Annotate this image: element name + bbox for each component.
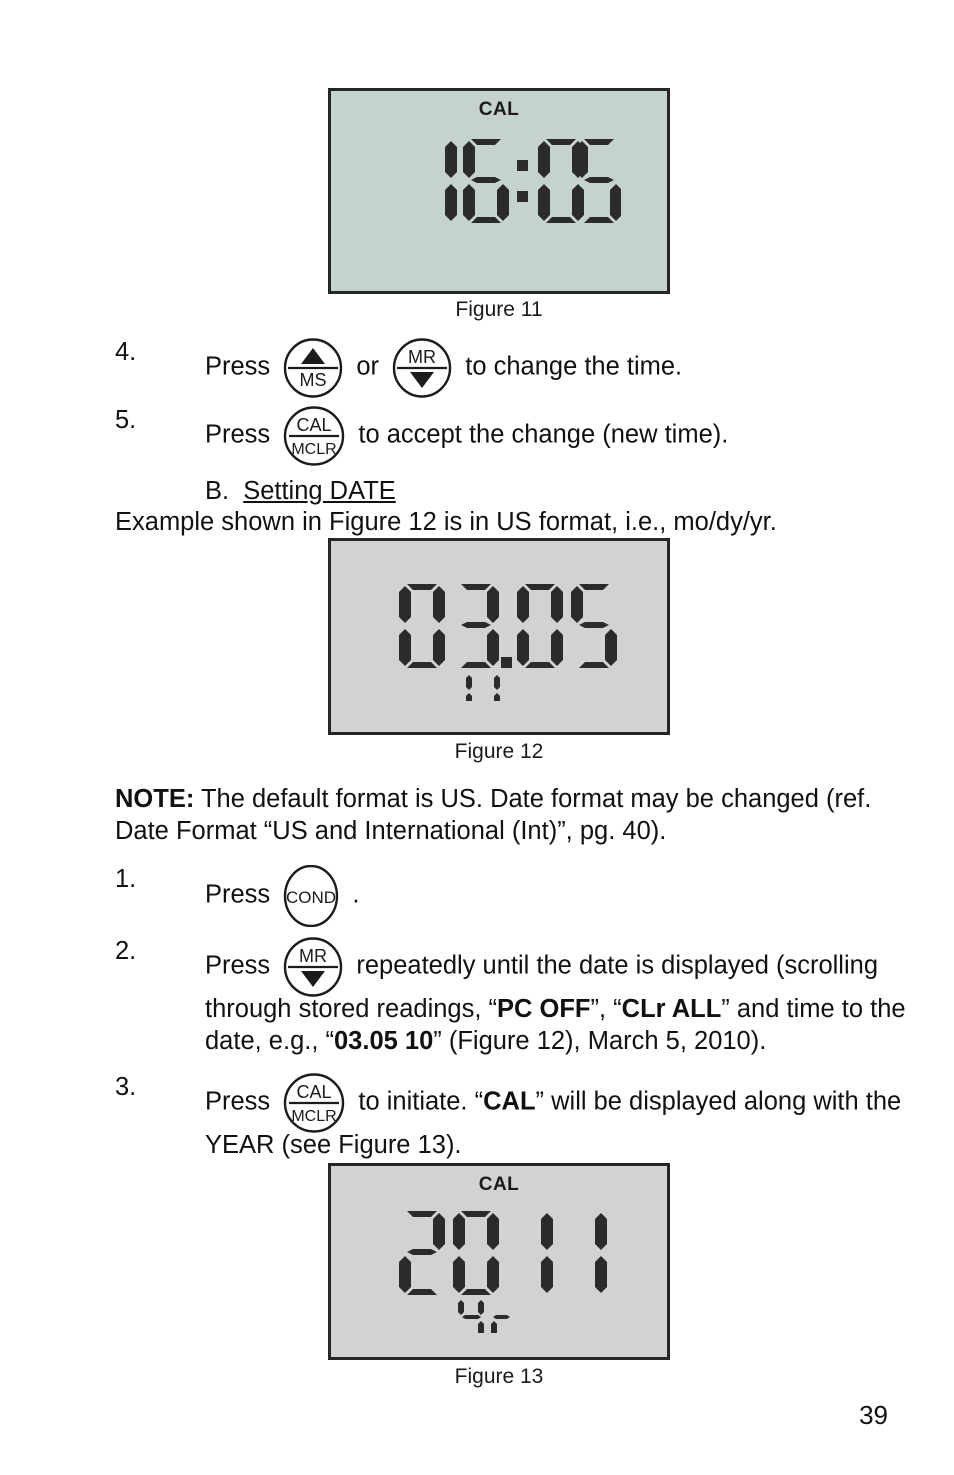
svg-text:CAL: CAL xyxy=(297,415,332,435)
step-2-line3-c: ” (Figure 12), March 5, 2010). xyxy=(433,1027,767,1055)
svg-text:MCLR: MCLR xyxy=(292,1108,337,1125)
step-1-number: 1. xyxy=(115,865,137,893)
step-3-cal-word: CAL xyxy=(483,1087,536,1116)
step-3-press-label: Press xyxy=(205,1087,271,1116)
step-2-line2-a: through stored readings, “ xyxy=(205,995,498,1023)
svg-text:CAL: CAL xyxy=(297,1082,332,1102)
step-2-line-2: through stored readings, “PC OFF”, “CLr … xyxy=(205,993,906,1026)
step-5-tail-text: to accept the change (new time). xyxy=(358,420,729,449)
section-b-heading: B. Setting DATE xyxy=(205,475,396,508)
figure-12-caption: Figure 12 xyxy=(454,740,544,763)
key-cal-mclr-button-step3[interactable]: CAL MCLR xyxy=(283,1073,345,1133)
figure-11-caption: Figure 11 xyxy=(455,298,543,321)
step-2-text: Press MR repeatedly until the date is di… xyxy=(205,937,878,997)
document-page: CAL Figure 11 4. Press MS or MR to chang… xyxy=(0,0,954,1475)
step-4-tail-text: to change the time. xyxy=(465,352,683,381)
key-mr-button-step2[interactable]: MR xyxy=(283,937,343,997)
step-5-number: 5. xyxy=(115,406,137,434)
lcd-digits-figure-11 xyxy=(421,136,622,231)
step-2-pc-off: PC OFF xyxy=(497,995,591,1023)
step-1-text: Press COND . xyxy=(205,865,359,927)
step-3-line-2: YEAR (see Figure 13). xyxy=(205,1131,462,1159)
step-2-line2-c: ”, “ xyxy=(590,995,622,1023)
note-label: NOTE: xyxy=(115,785,195,813)
step-2-clr-all: CLr ALL xyxy=(621,995,722,1023)
key-ms-button[interactable]: MS xyxy=(283,338,343,398)
step-1-tail-text: . xyxy=(352,880,360,909)
lcd-cal-indicator-figure-13: CAL xyxy=(478,1174,520,1195)
lcd-display-figure-11: CAL xyxy=(328,88,670,294)
step-4-or-label: or xyxy=(356,352,380,381)
step-2-number: 2. xyxy=(115,937,137,965)
lcd-display-figure-12 xyxy=(328,538,670,735)
step-2-line2-e: ” and time to the xyxy=(721,995,906,1023)
key-cond-button[interactable]: COND xyxy=(280,865,342,927)
step-2-tail-text: repeatedly until the date is displayed (… xyxy=(356,951,879,980)
step-4-text: Press MS or MR to change the time. xyxy=(205,338,682,398)
step-4-number: 4. xyxy=(115,338,137,366)
step-3-text: Press CAL MCLR to initiate. “CAL” will b… xyxy=(205,1073,901,1133)
step-5-press-label: Press xyxy=(205,420,271,449)
step-1-press-label: Press xyxy=(205,880,271,909)
svg-text:MR: MR xyxy=(408,347,436,367)
lcd-digits-figure-12 xyxy=(391,581,621,708)
step-4-press-label: Press xyxy=(205,352,271,381)
step-2-press-label: Press xyxy=(205,951,271,980)
lcd-cal-indicator: CAL xyxy=(478,99,520,120)
step-3-number: 3. xyxy=(115,1073,137,1101)
section-b-title: Setting DATE xyxy=(243,477,396,505)
note-block: NOTE: The default format is US. Date for… xyxy=(115,783,871,816)
key-cal-mclr-button[interactable]: CAL MCLR xyxy=(283,406,345,466)
lcd-digits-figure-13 xyxy=(391,1208,621,1338)
note-line-1: The default format is US. Date format ma… xyxy=(194,785,872,813)
lcd-display-figure-13: CAL xyxy=(328,1163,670,1360)
figure-13-caption: Figure 13 xyxy=(454,1365,544,1388)
step-3-tail-a: to initiate. “ xyxy=(358,1087,484,1116)
section-b-intro: Example shown in Figure 12 is in US form… xyxy=(115,508,777,536)
page-number: 39 xyxy=(859,1400,888,1430)
step-5-text: Press CAL MCLR to accept the change (new… xyxy=(205,406,728,466)
note-line-2: Date Format “US and International (Int)”… xyxy=(115,817,667,845)
svg-text:COND: COND xyxy=(286,888,336,907)
svg-text:MS: MS xyxy=(300,370,327,390)
svg-text:MR: MR xyxy=(299,946,327,966)
section-b-letter: B. xyxy=(205,477,230,505)
step-2-line3-a: date, e.g., “ xyxy=(205,1027,334,1055)
step-3-tail-c: ” will be displayed along with the xyxy=(535,1087,902,1116)
key-mr-button[interactable]: MR xyxy=(392,338,452,398)
step-2-date-example: 03.05 10 xyxy=(334,1027,434,1055)
svg-text:MCLR: MCLR xyxy=(292,441,337,458)
step-2-line-3: date, e.g., “03.05 10” (Figure 12), Marc… xyxy=(205,1025,766,1058)
